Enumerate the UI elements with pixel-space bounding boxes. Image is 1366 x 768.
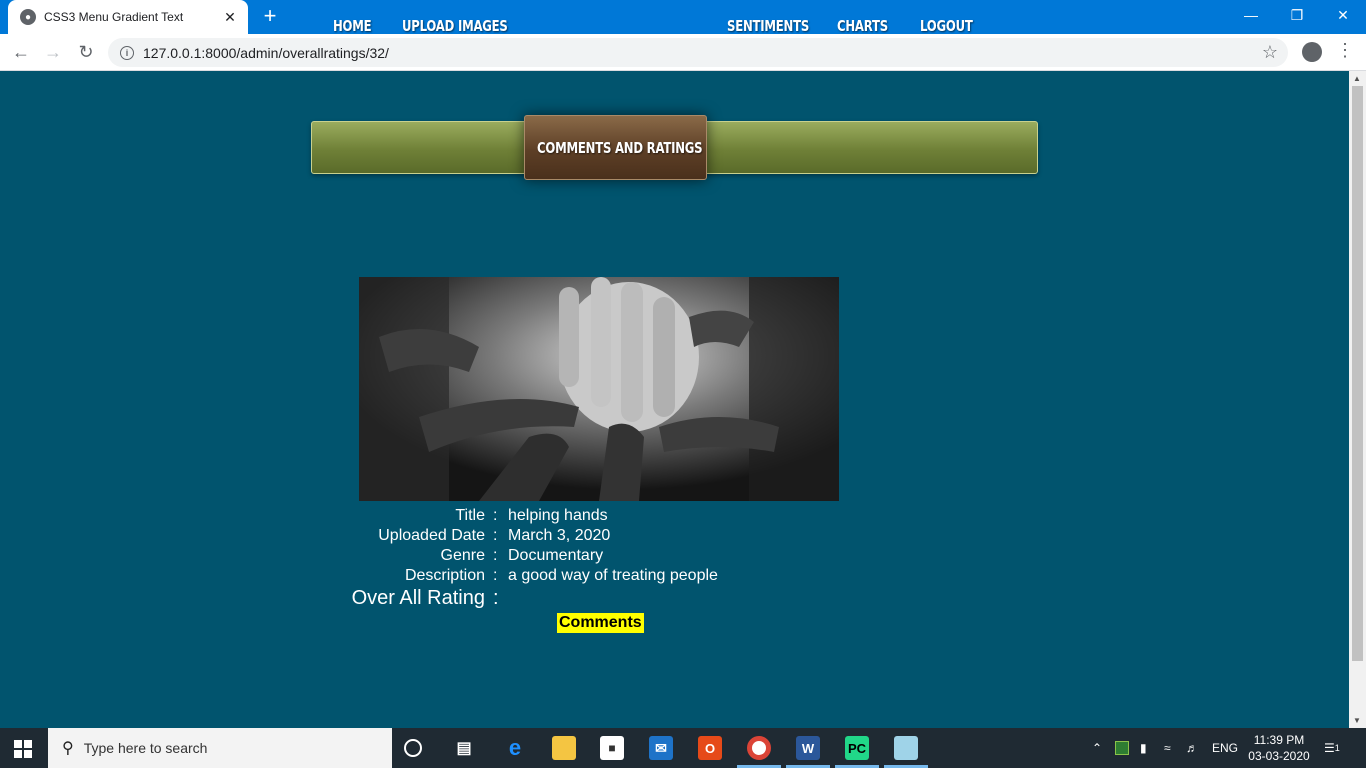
cortana-icon[interactable] — [404, 739, 422, 757]
mail-icon[interactable]: ✉ — [649, 736, 673, 760]
browser-tab[interactable]: ● CSS3 Menu Gradient Text ✕ — [8, 0, 248, 34]
new-tab-icon[interactable]: + — [258, 5, 282, 29]
tab-title: CSS3 Menu Gradient Text — [44, 10, 184, 24]
nav-logout[interactable]: LOGOUT — [920, 0, 973, 53]
description-separator: : — [493, 567, 498, 584]
nav-charts[interactable]: CHARTS — [837, 0, 888, 53]
overall-rating-separator: : — [493, 587, 499, 609]
nav-sentiments[interactable]: SENTIMENTS — [727, 0, 809, 53]
volume-muted-icon[interactable]: ♬ — [1186, 728, 1198, 768]
overall-rating-label: Over All Rating — [351, 587, 485, 609]
notepad-icon[interactable] — [894, 736, 918, 760]
title-value: helping hands — [508, 507, 608, 524]
edge-icon[interactable]: e — [503, 735, 527, 760]
info-icon[interactable]: i — [120, 45, 134, 60]
restore-icon[interactable]: ❐ — [1274, 0, 1320, 30]
search-placeholder: Type here to search — [83, 740, 208, 756]
genre-value: Documentary — [508, 547, 604, 564]
taskbar-search[interactable]: ⚲ Type here to search — [48, 728, 392, 768]
date-value: March 3, 2020 — [508, 527, 611, 544]
close-window-icon[interactable]: ✕ — [1320, 0, 1366, 30]
task-view-icon[interactable]: ▤ — [452, 736, 476, 760]
scroll-up-icon[interactable]: ▲ — [1353, 74, 1361, 83]
windows-start-icon[interactable] — [14, 740, 32, 758]
address-bar[interactable]: i 127.0.0.1:8000/admin/overallratings/32… — [108, 38, 1288, 67]
nav-home[interactable]: HOME — [333, 0, 372, 53]
nav-upload-images[interactable]: UPLOAD IMAGES — [402, 0, 508, 53]
clock-date: 03-03-2020 — [1248, 749, 1310, 763]
globe-icon: ● — [20, 9, 36, 25]
date-label: Uploaded Date — [378, 527, 485, 544]
reload-icon[interactable]: ↻ — [74, 40, 98, 64]
windows-taskbar: ⚲ Type here to search ▤ e ■ ✉ O W PC ⌃ ▮… — [0, 728, 1366, 768]
language-indicator[interactable]: ENG — [1212, 728, 1238, 768]
system-clock[interactable]: 11:39 PM 03-03-2020 — [1246, 732, 1312, 764]
pycharm-icon[interactable]: PC — [845, 736, 869, 760]
nav-comments-and-ratings[interactable]: COMMENTS AND RATINGS — [524, 115, 707, 180]
comments-link[interactable]: Comments — [557, 613, 644, 633]
show-hidden-icons-icon[interactable]: ⌃ — [1092, 728, 1102, 768]
title-separator: : — [493, 507, 498, 524]
genre-separator: : — [493, 547, 498, 564]
scroll-down-icon[interactable]: ▼ — [1353, 716, 1361, 725]
date-separator: : — [493, 527, 498, 544]
minimize-icon[interactable]: — — [1228, 0, 1274, 30]
description-label: Description — [404, 567, 485, 584]
clock-time: 11:39 PM — [1253, 733, 1305, 747]
file-explorer-icon[interactable] — [552, 736, 576, 760]
bookmark-star-icon[interactable]: ☆ — [1262, 42, 1278, 63]
word-icon[interactable]: W — [796, 736, 820, 760]
office-icon[interactable]: O — [698, 736, 722, 760]
scroll-thumb[interactable] — [1352, 86, 1363, 661]
notification-count: 1 — [1334, 743, 1340, 753]
wifi-icon[interactable]: ≈ — [1164, 728, 1171, 768]
description-value: a good way of treating people — [508, 567, 718, 584]
browser-toolbar: ← → ↻ i 127.0.0.1:8000/admin/overallrati… — [0, 34, 1366, 71]
chrome-icon[interactable] — [747, 736, 771, 760]
notification-center-icon[interactable]: ☰ 1 — [1324, 728, 1340, 768]
close-tab-icon[interactable]: ✕ — [222, 9, 238, 26]
battery-icon[interactable]: ▮ — [1140, 728, 1147, 768]
title-label: Title — [455, 507, 485, 524]
search-icon: ⚲ — [62, 740, 74, 757]
nav-comments-and-ratings-label: COMMENTS AND RATINGS — [537, 139, 703, 157]
profile-icon[interactable] — [1302, 42, 1322, 62]
genre-label: Genre — [440, 547, 485, 564]
uploaded-image — [359, 277, 839, 501]
tray-app-icon[interactable] — [1115, 728, 1129, 768]
store-icon[interactable]: ■ — [600, 736, 624, 760]
forward-icon[interactable]: → — [41, 40, 65, 64]
hands-photo-graphic — [359, 277, 839, 501]
browser-titlebar: ● CSS3 Menu Gradient Text ✕ + — ❐ ✕ — [0, 0, 1366, 34]
page-scrollbar[interactable]: ▲ ▼ — [1349, 71, 1366, 728]
back-icon[interactable]: ← — [9, 40, 33, 64]
browser-menu-icon[interactable]: ⋮ — [1336, 40, 1354, 61]
